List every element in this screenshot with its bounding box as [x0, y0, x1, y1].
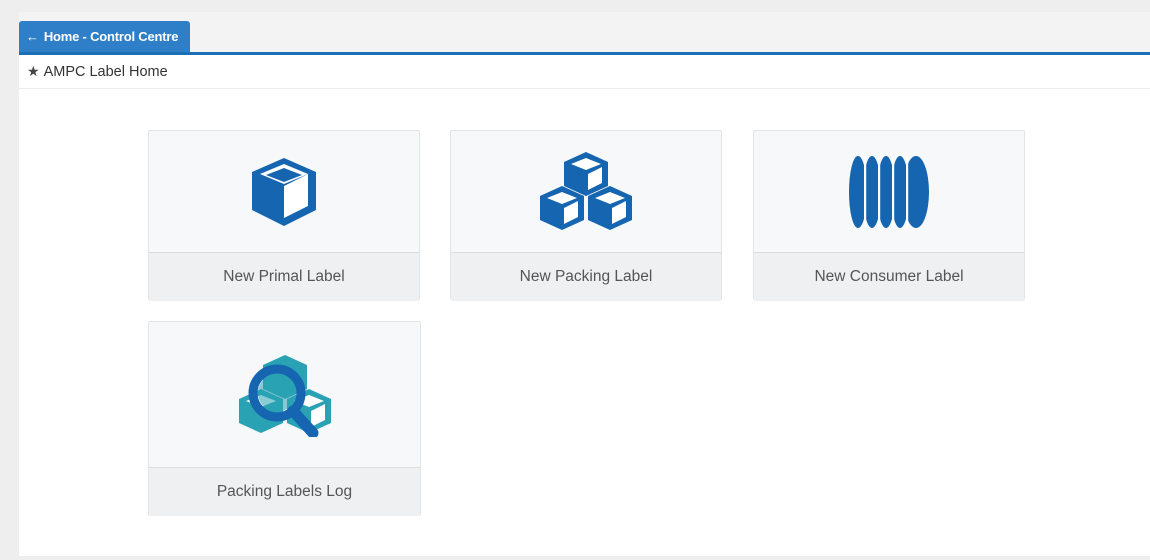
tile-packing-labels-log[interactable]: Packing Labels Log: [148, 321, 421, 516]
tile-new-packing-label[interactable]: New Packing Label: [450, 130, 722, 301]
tile-icon-area: [451, 131, 721, 252]
tile-icon-area: [149, 131, 419, 252]
cubes-icon: [540, 151, 632, 230]
page-title: AMPC Label Home: [43, 63, 168, 80]
tile-icon-area: [149, 322, 420, 467]
back-tab-label: Home - Control Centre: [43, 29, 179, 44]
tile-new-consumer-label[interactable]: New Consumer Label: [753, 130, 1025, 301]
breadcrumb: ★ AMPC Label Home: [19, 55, 1150, 89]
home-control-centre-tab[interactable]: ← Home - Control Centre: [19, 21, 190, 52]
tile-label: New Packing Label: [451, 252, 721, 301]
app-frame: ← Home - Control Centre ★ AMPC Label Hom…: [19, 12, 1150, 556]
cubes-search-icon: [238, 354, 331, 437]
tab-bar: ← Home - Control Centre: [19, 12, 1150, 55]
tile-label: New Consumer Label: [754, 252, 1024, 301]
star-icon: ★: [27, 63, 40, 79]
cube-icon: [252, 157, 316, 226]
arrow-left-icon: ←: [26, 29, 39, 44]
stacked-discs-icon: [849, 155, 929, 228]
tile-label: New Primal Label: [149, 252, 419, 301]
tile-new-primal-label[interactable]: New Primal Label: [148, 130, 420, 301]
tile-icon-area: [754, 131, 1024, 252]
tile-label: Packing Labels Log: [149, 467, 420, 516]
